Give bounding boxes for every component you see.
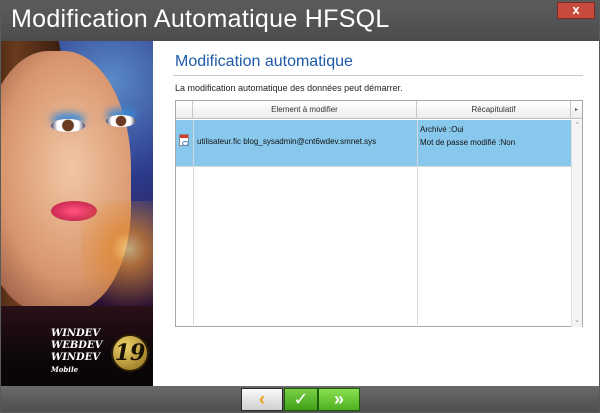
title-bar[interactable]: Modification Automatique HFSQL x [1,1,599,41]
logo-line: WINDEV [51,352,101,363]
back-button[interactable]: ‹ [241,388,283,411]
close-button[interactable]: x [557,2,595,19]
modification-table[interactable]: Element à modifier Récapitulatif ▸ utili… [175,100,583,327]
chevron-left-icon: ‹ [259,389,265,409]
product-logo: WINDEV WEBDEV WINDEV Mobile 19 [51,328,151,380]
banner-lights [81,201,153,321]
column-scroll-right-icon[interactable]: ▸ [571,101,582,119]
row-recap-line: Archivé :Oui [420,125,464,134]
column-divider [417,120,418,327]
page-description: La modification automatique des données … [175,83,403,93]
table-row[interactable]: utilisateur.fic blog_sysadmin@cnt6wdev.s… [176,120,571,166]
check-icon: ✓ [293,389,309,409]
wizard-footer: ‹ ✓ » [1,386,599,412]
file-icon [179,134,190,147]
wizard-content: Modification automatique La modification… [153,41,599,386]
logo-line: WINDEV [51,328,101,339]
finish-button[interactable]: ✓ [284,388,318,411]
double-chevron-right-icon: » [333,389,344,409]
title-divider [173,75,583,76]
column-header-element[interactable]: Element à modifier [193,101,417,119]
wizard-window: Modification Automatique HFSQL x WINDEV … [0,0,600,413]
row-divider [176,166,571,167]
scroll-down-icon[interactable]: ⌄ [572,316,582,326]
row-element-cell: utilisateur.fic blog_sysadmin@cnt6wdev.s… [197,137,377,146]
version-badge: 19 [111,334,149,372]
logo-line: WEBDEV [51,340,103,351]
table-header: Element à modifier Récapitulatif ▸ [176,101,582,119]
window-title: Modification Automatique HFSQL [11,5,390,33]
column-divider [193,120,194,327]
vertical-scrollbar[interactable]: ⌃ ⌄ [571,120,582,327]
row-recap-line: Mot de passe modifié :Non [420,138,516,147]
page-title: Modification automatique [175,53,353,70]
logo-sub: Mobile [51,365,79,374]
banner-eye [51,119,85,132]
side-banner-image: WINDEV WEBDEV WINDEV Mobile 19 [1,41,153,386]
column-header-recap[interactable]: Récapitulatif [417,101,571,119]
column-header-icon[interactable] [176,101,193,119]
banner-eye [106,115,136,127]
next-button[interactable]: » [318,388,360,411]
scroll-up-icon[interactable]: ⌃ [572,121,582,131]
